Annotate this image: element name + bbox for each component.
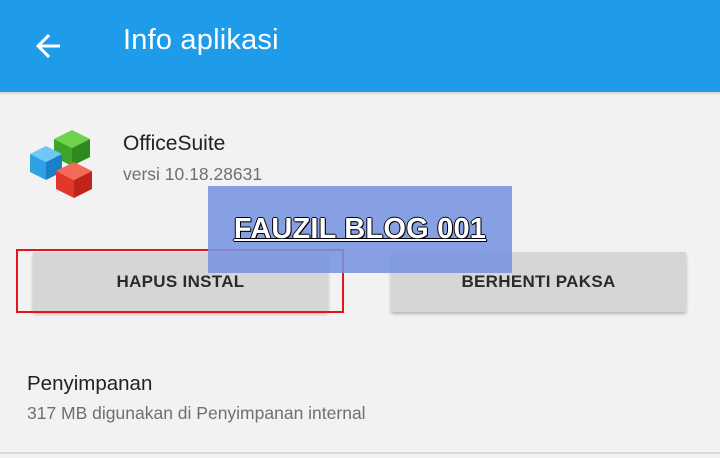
app-bar: Info aplikasi: [0, 0, 720, 92]
storage-summary[interactable]: 317 MB digunakan di Penyimpanan internal: [27, 403, 366, 424]
divider: [0, 92, 720, 94]
app-version: versi 10.18.28631: [123, 164, 263, 184]
arrow-left-icon[interactable]: [30, 28, 66, 64]
storage-title[interactable]: Penyimpanan: [27, 372, 152, 396]
officesuite-app-icon: [30, 130, 92, 198]
watermark: FAUZIL BLOG 001: [208, 186, 512, 273]
watermark-text: FAUZIL BLOG 001: [233, 213, 487, 245]
page-title: Info aplikasi: [123, 24, 279, 56]
app-name: OfficeSuite: [123, 132, 226, 155]
divider: [0, 452, 720, 454]
